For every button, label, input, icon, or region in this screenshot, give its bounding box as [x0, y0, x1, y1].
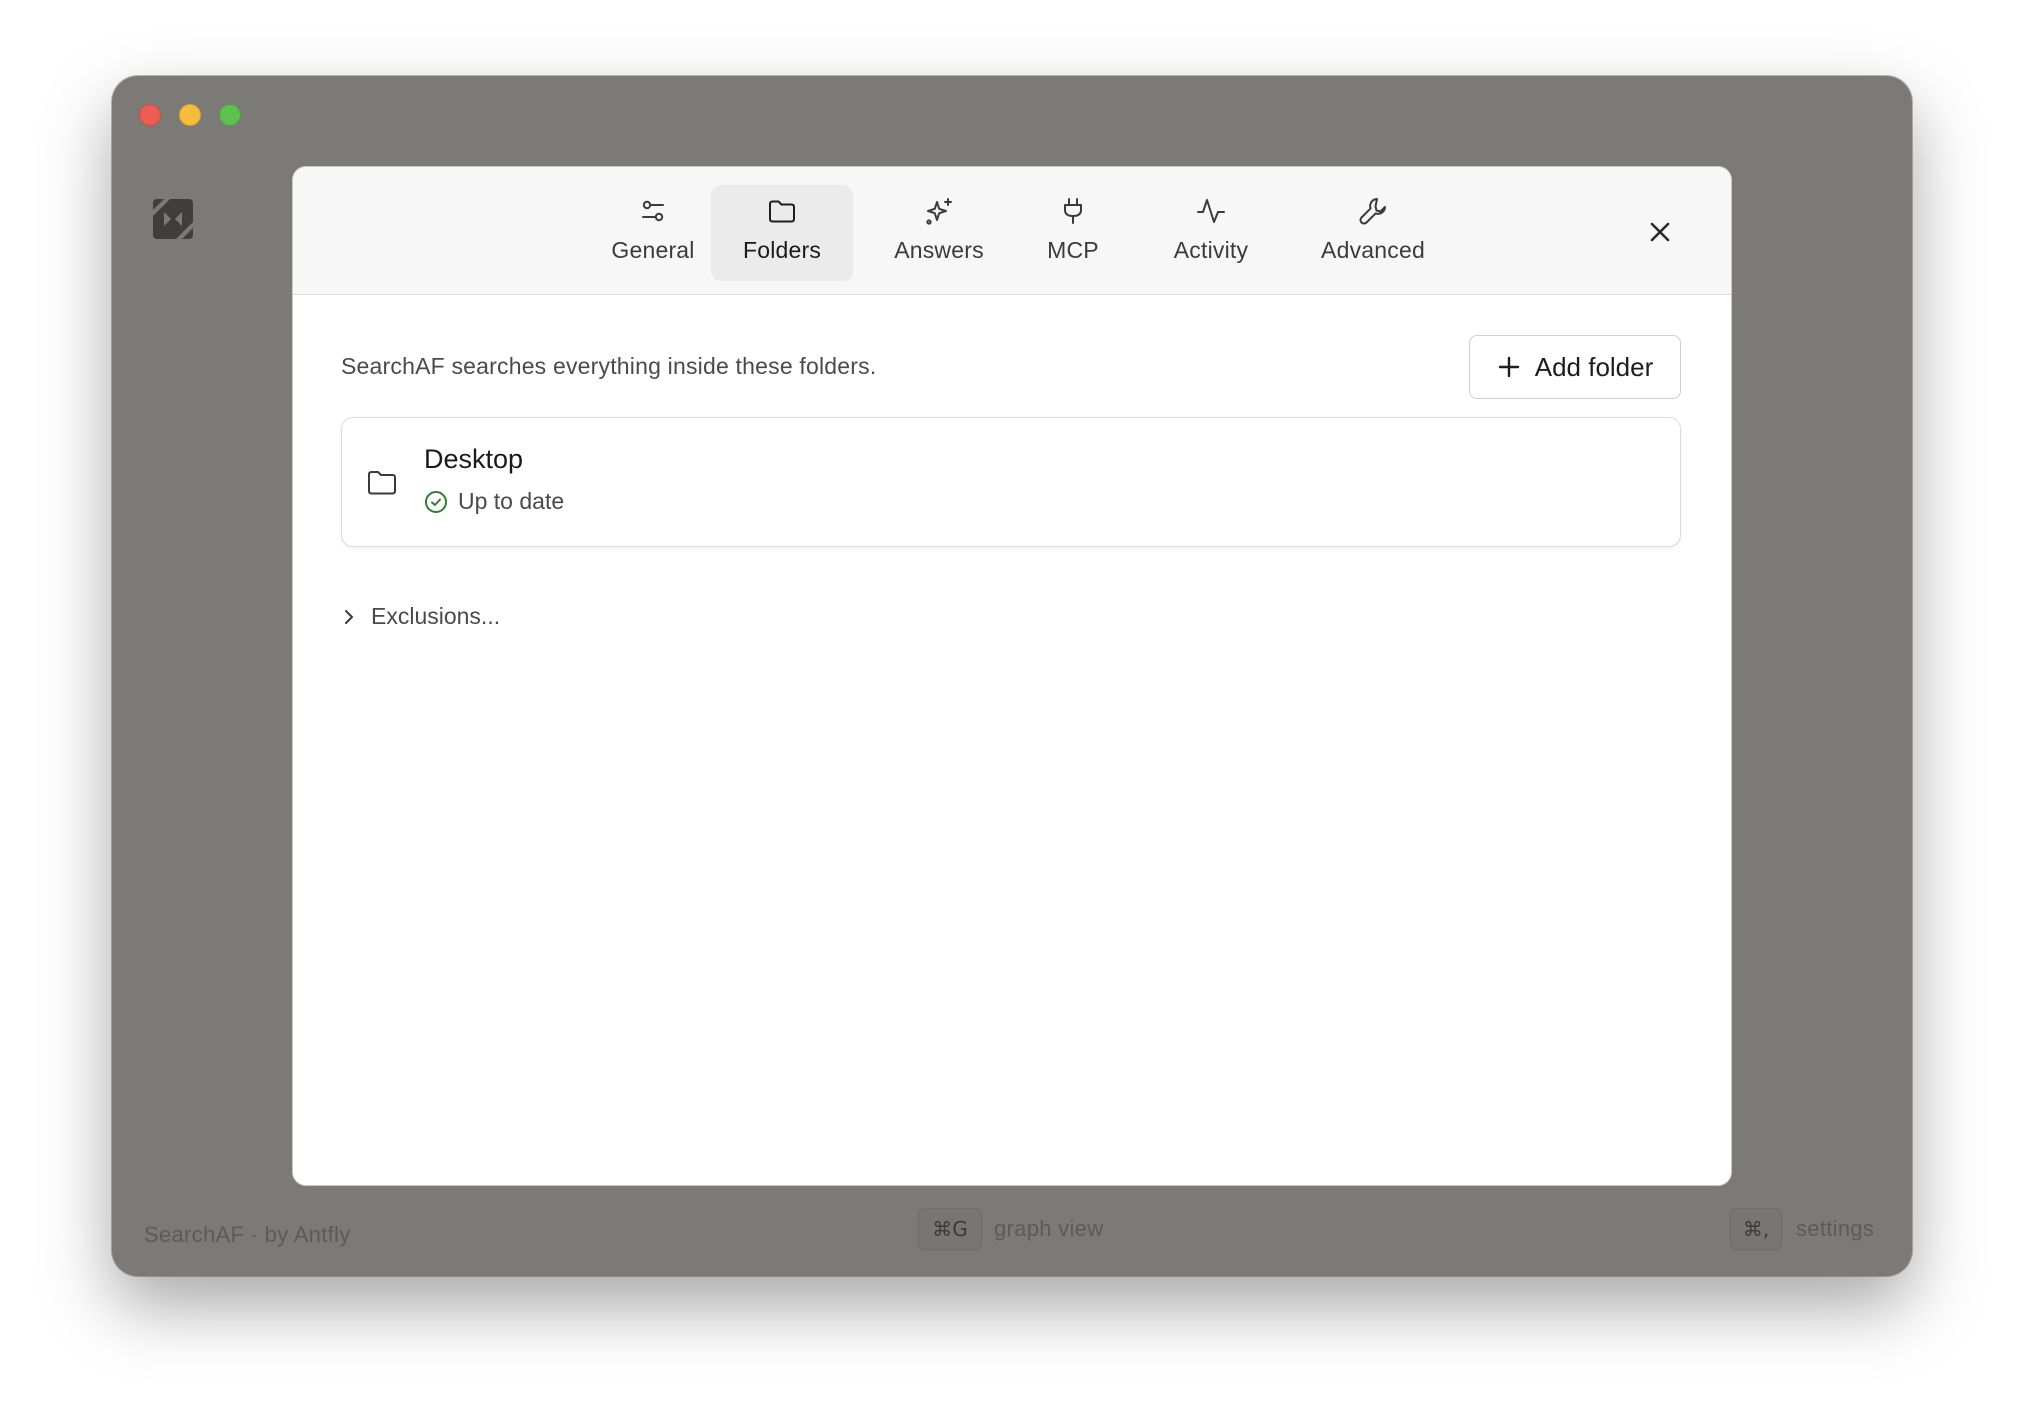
folder-list-item[interactable]: Desktop Up to date [341, 417, 1681, 547]
add-folder-label: Add folder [1534, 351, 1654, 382]
folder-name: Desktop [424, 444, 524, 474]
window-close-button[interactable] [139, 104, 161, 126]
tab-answers[interactable]: Answers [869, 185, 1009, 281]
tab-folders-label: Folders [742, 237, 822, 263]
settings-shortcut: ⌘, [1730, 1208, 1782, 1250]
window-maximize-button[interactable] [219, 104, 241, 126]
tab-general[interactable]: General [583, 185, 723, 281]
tab-answers-label: Answers [894, 237, 984, 263]
settings-dialog: General Folders Answers MCP Activity Adv… [292, 166, 1732, 1186]
graph-view-link[interactable]: graph view [994, 1216, 1103, 1242]
chevron-right-icon [345, 609, 353, 624]
graph-view-shortcut: ⌘G [918, 1208, 982, 1250]
tab-advanced-label: Advanced [1321, 237, 1425, 263]
activity-icon [1197, 199, 1225, 223]
folder-icon [769, 200, 795, 223]
close-icon [1650, 222, 1670, 242]
exclusions-label: Exclusions... [371, 603, 501, 629]
app-window: SearchAF · by Antfly ⌘G graph view ⌘, se… [112, 76, 1912, 1276]
add-folder-button[interactable]: Add folder [1469, 335, 1681, 399]
tab-advanced[interactable]: Advanced [1305, 185, 1441, 281]
plus-icon [1498, 356, 1519, 378]
tab-activity-label: Activity [1173, 237, 1249, 263]
wrench-icon [1359, 198, 1386, 225]
sliders-icon [642, 200, 664, 222]
tab-general-label: General [611, 237, 695, 263]
check-circle-icon [425, 490, 447, 513]
tab-mcp-label: MCP [1047, 237, 1099, 263]
app-logo-icon [153, 199, 193, 239]
tab-folders[interactable]: Folders [711, 185, 853, 281]
tab-mcp[interactable]: MCP [1023, 185, 1123, 281]
settings-link[interactable]: settings [1796, 1216, 1874, 1242]
plug-icon [1064, 198, 1082, 224]
settings-tab-bar: General Folders Answers MCP Activity Adv… [293, 167, 1731, 295]
folders-description: SearchAF searches everything inside thes… [341, 353, 877, 379]
folder-icon [368, 471, 396, 495]
sparkles-icon [926, 198, 952, 225]
folder-status-label: Up to date [458, 488, 565, 514]
window-minimize-button[interactable] [179, 104, 201, 126]
tab-activity[interactable]: Activity [1149, 185, 1273, 281]
close-settings-button[interactable] [1643, 215, 1677, 249]
app-footer-label: SearchAF · by Antfly [144, 1222, 351, 1247]
exclusions-toggle[interactable]: Exclusions... [341, 603, 500, 630]
folder-status: Up to date [424, 488, 564, 515]
